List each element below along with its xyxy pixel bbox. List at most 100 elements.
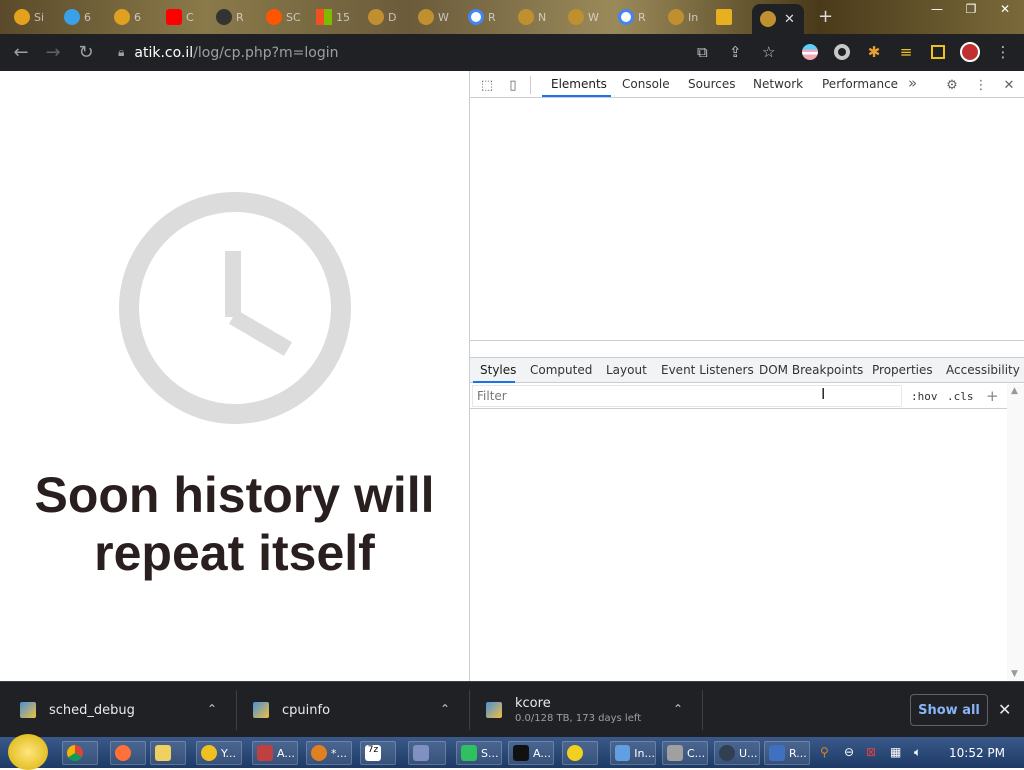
close-tab-icon[interactable]: ✕: [784, 12, 795, 27]
volume-icon[interactable]: 🔈︎: [914, 745, 921, 760]
tab-sources[interactable]: Sources: [688, 77, 735, 91]
download-name: cpuinfo: [282, 702, 331, 718]
address-bar[interactable]: 🔒︎ atik.co.il/log/cp.php?m=login: [108, 38, 788, 67]
browser-tab[interactable]: 6: [106, 4, 141, 30]
extension-flag-icon[interactable]: [800, 42, 820, 62]
forward-button[interactable]: →: [37, 36, 69, 68]
maximize-button[interactable]: ❐: [954, 0, 988, 18]
hov-toggle[interactable]: :hov: [911, 390, 938, 403]
puzzle-extensions-icon[interactable]: ✱: [864, 42, 884, 62]
cls-toggle[interactable]: .cls: [947, 390, 974, 403]
taskbar-app[interactable]: R...: [764, 741, 810, 765]
scrollbar[interactable]: ▲ ▼: [1007, 384, 1024, 681]
translate-icon[interactable]: ⧉: [697, 43, 708, 61]
youtube-icon: [166, 9, 182, 25]
taskbar-chrome[interactable]: [62, 741, 98, 765]
browser-tab[interactable]: [708, 4, 736, 30]
chevron-up-icon[interactable]: ⌃: [673, 702, 683, 716]
taskbar-app[interactable]: [562, 741, 598, 765]
browser-tab[interactable]: 6: [56, 4, 91, 30]
more-tabs-icon[interactable]: »: [908, 74, 917, 92]
monitor-icon: [461, 745, 477, 761]
back-button[interactable]: ←: [5, 36, 37, 68]
close-icon[interactable]: ✕: [998, 700, 1011, 719]
start-button[interactable]: [8, 734, 48, 770]
scroll-down-icon[interactable]: ▼: [1011, 669, 1018, 679]
browser-tab[interactable]: Si: [6, 4, 44, 30]
app-icon: [667, 745, 683, 761]
browser-tab-active[interactable]: ✕: [752, 4, 804, 34]
download-bar: sched_debug ⌃ cpuinfo ⌃ kcore 0.0/128 TB…: [0, 681, 1024, 737]
tab-network[interactable]: Network: [753, 77, 803, 91]
download-item[interactable]: sched_debug: [0, 682, 135, 738]
browser-tab[interactable]: R: [610, 4, 646, 30]
share-icon[interactable]: ⇪: [729, 43, 742, 61]
taskbar-firefox[interactable]: [110, 741, 146, 765]
tab-dom-breakpoints[interactable]: DOM Breakpoints: [759, 363, 863, 377]
window-controls: — ❐ ✕: [920, 0, 1022, 18]
browser-tab[interactable]: W: [410, 4, 449, 30]
browser-tab[interactable]: W: [560, 4, 599, 30]
taskbar-app[interactable]: Y...: [196, 741, 242, 765]
tab-styles[interactable]: Styles: [480, 363, 516, 377]
show-all-button[interactable]: Show all: [910, 694, 988, 726]
taskbar-app[interactable]: In...: [610, 741, 656, 765]
close-icon[interactable]: ✕: [1000, 76, 1018, 94]
tab-elements[interactable]: Elements: [551, 77, 607, 91]
tab-properties[interactable]: Properties: [872, 363, 933, 377]
taskbar-app[interactable]: A...: [252, 741, 298, 765]
browser-tab[interactable]: R: [460, 4, 496, 30]
download-item[interactable]: cpuinfo: [233, 682, 330, 738]
kebab-menu-icon[interactable]: ⋮: [972, 76, 990, 94]
download-item[interactable]: kcore 0.0/128 TB, 173 days left: [466, 682, 641, 738]
chevron-up-icon[interactable]: ⌃: [440, 702, 450, 716]
tab-accessibility[interactable]: Accessibility: [946, 363, 1020, 377]
tray-icon[interactable]: ⊖: [844, 745, 854, 759]
gear-icon[interactable]: ⚙: [943, 76, 961, 94]
file-icon: [20, 702, 36, 718]
kebab-menu-icon[interactable]: ⋮: [993, 42, 1013, 62]
browser-tab[interactable]: N: [510, 4, 546, 30]
new-style-rule-button[interactable]: +: [986, 387, 999, 405]
new-tab-button[interactable]: +: [818, 6, 833, 27]
taskbar-app[interactable]: S...: [456, 741, 502, 765]
system-clock[interactable]: 10:52 PM: [949, 746, 1005, 760]
tab-computed[interactable]: Computed: [530, 363, 592, 377]
browser-tab[interactable]: C: [158, 4, 194, 30]
bookmark-star-icon[interactable]: ☆: [762, 43, 775, 61]
browser-tab[interactable]: In: [660, 4, 698, 30]
browser-tab[interactable]: SC: [258, 4, 301, 30]
search-icon[interactable]: ⚲: [820, 745, 829, 759]
chevron-up-icon[interactable]: ⌃: [207, 702, 217, 716]
tab-layout[interactable]: Layout: [606, 363, 647, 377]
taskbar-app[interactable]: A...: [508, 741, 554, 765]
network-error-icon[interactable]: ⊠: [866, 745, 876, 759]
profile-avatar[interactable]: [960, 42, 980, 62]
taskbar-app[interactable]: [408, 741, 446, 765]
browser-tab[interactable]: 15: [308, 4, 350, 30]
minimize-button[interactable]: —: [920, 0, 954, 18]
side-panel-icon[interactable]: [928, 42, 948, 62]
tab-event-listeners[interactable]: Event Listeners: [661, 363, 754, 377]
tab-favicon-icon: [64, 9, 80, 25]
media-control-icon[interactable]: ≡: [896, 42, 916, 62]
tab-console[interactable]: Console: [622, 77, 670, 91]
browser-tab[interactable]: R: [208, 4, 244, 30]
inspect-element-icon[interactable]: ⬚: [478, 76, 496, 94]
scroll-up-icon[interactable]: ▲: [1011, 386, 1018, 396]
tab-performance[interactable]: Performance: [822, 77, 898, 91]
tray-icon[interactable]: ▦: [890, 745, 901, 759]
taskbar-app[interactable]: C...: [662, 741, 708, 765]
clock-icon: [119, 192, 351, 424]
reload-button[interactable]: ↻: [70, 36, 102, 68]
close-window-button[interactable]: ✕: [988, 0, 1022, 18]
filter-input[interactable]: [472, 385, 902, 407]
taskbar-app[interactable]: *...: [306, 741, 352, 765]
taskbar-app[interactable]: U...: [714, 741, 760, 765]
extension-circle-icon[interactable]: [832, 42, 852, 62]
taskbar-7zip[interactable]: 7z: [360, 741, 396, 765]
device-toolbar-icon[interactable]: ▯: [504, 76, 522, 94]
taskbar-folder[interactable]: [150, 741, 186, 765]
dom-tree[interactable]: [470, 99, 1024, 341]
browser-tab[interactable]: D: [360, 4, 396, 30]
